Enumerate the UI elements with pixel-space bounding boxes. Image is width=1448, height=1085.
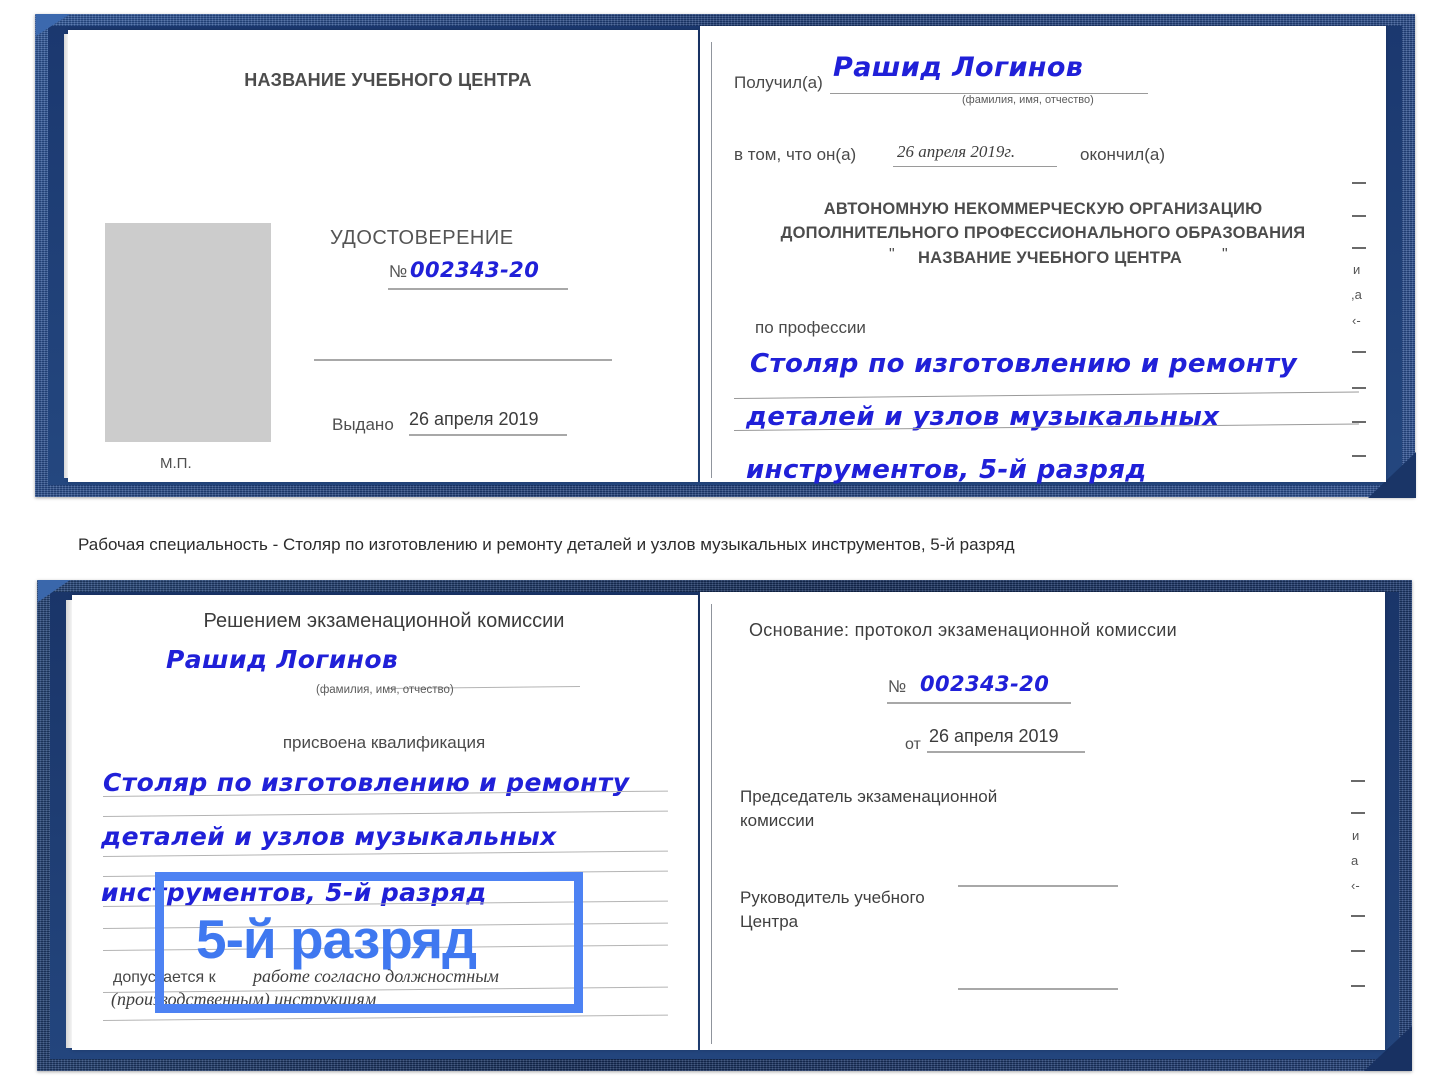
bottom-edge-fragment-3: ‹-: [1351, 878, 1360, 893]
top-edge-dash-1: [1352, 182, 1366, 184]
bottom-left-heading: Решением экзаменационной комиссии: [203, 610, 565, 632]
top-right-received-value: Рашид Логинов: [833, 52, 1084, 83]
bottom-right-date-label: от: [905, 736, 921, 753]
bottom-left-name-hint: (фамилия, имя, отчество): [316, 684, 454, 696]
top-left-issued-label: Выдано: [332, 415, 394, 434]
top-right-received-hint: (фамилия, имя, отчество): [962, 94, 1094, 106]
top-left-title: УДОСТОВЕРЕНИЕ: [330, 227, 514, 249]
top-right-in-that-rule: [893, 166, 1057, 167]
top-edge-dash-5: [1352, 387, 1366, 389]
top-right-received-label: Получил(а): [734, 73, 823, 92]
top-left-issued-value: 26 апреля 2019: [409, 409, 539, 429]
bottom-right-chairman-line1: Председатель экзаменационной: [740, 787, 998, 806]
top-right-in-that-label: в том, что он(а): [734, 145, 857, 164]
bottom-edge-dash-2: [1351, 812, 1365, 814]
top-left-blank-rule: [314, 359, 612, 361]
top-right-org-quote-close: ": [1222, 246, 1228, 263]
bottom-edge-fragment-2: а: [1351, 853, 1359, 868]
top-edge-fragment-3: ‹-: [1352, 313, 1361, 328]
caption-text: Рабочая специальность - Столяр по изгото…: [78, 535, 1015, 554]
top-left-stamp-label: М.П.: [160, 455, 192, 472]
top-left-issued-rule: [409, 434, 567, 436]
bottom-right-chairman-signature-rule: [958, 885, 1118, 887]
bottom-spine-line: [711, 604, 712, 1044]
bottom-edge-dash-5: [1351, 985, 1365, 987]
top-left-number-rule: [388, 288, 568, 290]
bottom-left-name-value: Рашид Логинов: [166, 645, 399, 674]
bottom-left-qualification-label: присвоена квалификация: [282, 733, 486, 752]
top-left-number-symbol: №: [389, 262, 408, 281]
photo-placeholder: [105, 223, 271, 442]
bottom-right-basis-label: Основание: протокол экзаменационной коми…: [749, 620, 1177, 640]
top-edge-dash-6: [1352, 421, 1366, 423]
highlight-overlay-text: 5-й разряд: [196, 908, 477, 970]
top-right-in-that-value: 26 апреля 2019г.: [897, 142, 1016, 161]
top-right-finished-label: окончил(а): [1080, 145, 1165, 164]
bottom-right-number-rule: [887, 702, 1071, 704]
top-edge-dash-4: [1352, 351, 1366, 353]
top-edge-fragment-1: и: [1353, 262, 1361, 277]
top-right-org-line2: ДОПОЛНИТЕЛЬНОГО ПРОФЕССИОНАЛЬНОГО ОБРАЗО…: [780, 224, 1306, 242]
bottom-edge-dash-4: [1351, 950, 1365, 952]
top-left-center-name: НАЗВАНИЕ УЧЕБНОГО ЦЕНТРА: [244, 70, 532, 90]
top-right-org-line1: АВТОНОМНУЮ НЕКОММЕРЧЕСКУЮ ОРГАНИЗАЦИЮ: [823, 200, 1263, 218]
bottom-edge-dash-1: [1351, 780, 1365, 782]
bottom-edge-dash-3: [1351, 915, 1365, 917]
bottom-right-date-value: 26 апреля 2019: [929, 726, 1059, 746]
bottom-left-page-edge-stack: [66, 600, 72, 1048]
bottom-right-number-value: 002343-20: [920, 672, 1050, 696]
top-right-profession-line1: Столяр по изготовлению и ремонту: [750, 349, 1298, 379]
bottom-right-head-signature-rule: [958, 988, 1118, 990]
top-right-org-line3: НАЗВАНИЕ УЧЕБНОГО ЦЕНТРА: [918, 249, 1182, 267]
top-right-profession-label: по профессии: [755, 318, 866, 337]
top-right-profession-line3: инструментов, 5-й разряд: [746, 455, 1147, 485]
top-edge-fragment-2: ,а: [1351, 287, 1362, 302]
top-edge-dash-3: [1352, 247, 1366, 249]
bottom-right-chairman-line2: комиссии: [740, 811, 815, 830]
top-edge-dash-7: [1352, 455, 1366, 457]
bottom-right-head-line2: Центра: [740, 912, 799, 931]
bottom-left-qual-line2: деталей и узлов музыкальных: [101, 822, 557, 851]
top-left-page-edge-stack: [64, 34, 68, 478]
top-edge-dash-2: [1352, 215, 1366, 217]
top-spine-line: [711, 42, 712, 478]
bottom-right-head-line1: Руководитель учебного: [740, 888, 925, 907]
bottom-right-number-symbol: №: [888, 677, 907, 696]
top-left-number-value: 002343-20: [410, 258, 540, 282]
bottom-edge-fragment-1: и: [1352, 828, 1360, 843]
bottom-right-date-rule: [927, 751, 1085, 753]
